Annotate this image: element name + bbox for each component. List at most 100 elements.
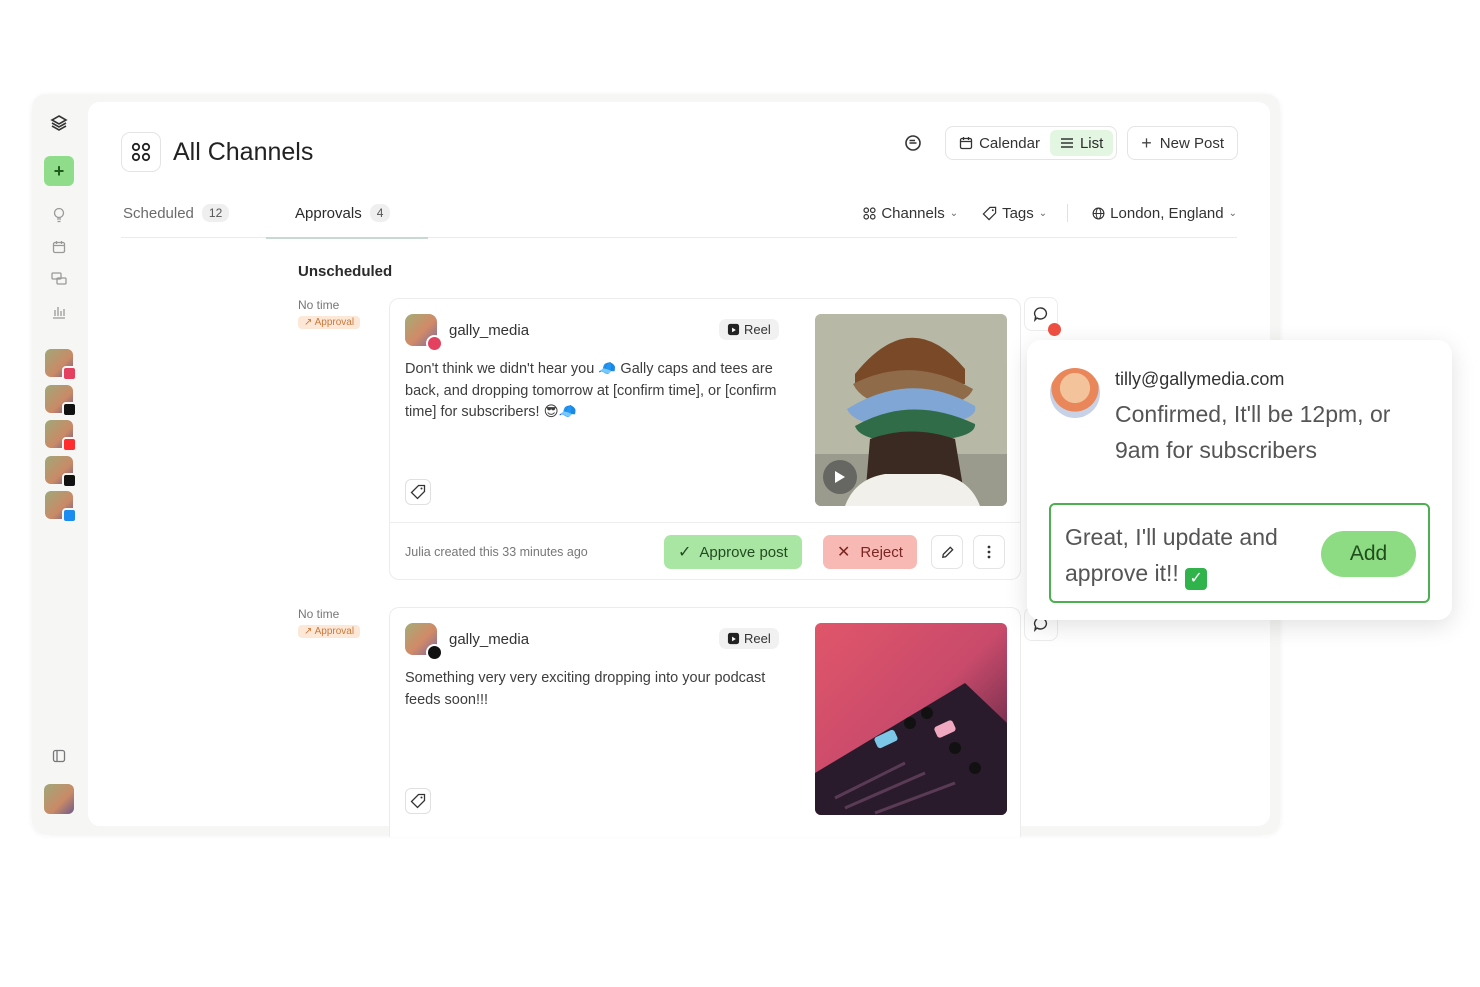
post-card[interactable]: gally_media Reel Don't think we didn't h… — [389, 298, 1021, 580]
tag-icon — [410, 793, 426, 809]
channels-grid-icon — [121, 132, 161, 172]
instagram-icon — [62, 366, 77, 381]
created-by-text: Julia created this 33 minutes ago — [405, 545, 588, 559]
globe-icon — [1092, 207, 1105, 219]
new-post-button[interactable]: + New Post — [1127, 126, 1238, 160]
sidebar-channel-avatar[interactable] — [45, 456, 77, 488]
post-card[interactable]: gally_media Reel Something very very exc… — [389, 607, 1021, 837]
post-footer: Julia created this 33 minutes ago ✓ Appr… — [390, 522, 1020, 580]
page-title: All Channels — [173, 137, 314, 166]
active-tab-indicator — [266, 237, 428, 239]
create-button[interactable]: + — [44, 156, 74, 186]
sidebar-channel-avatar[interactable] — [45, 349, 77, 381]
tags-filter-label: Tags — [1002, 204, 1034, 222]
location-filter-label: London, England — [1110, 204, 1224, 222]
tiktok-icon — [426, 644, 443, 661]
layers-icon[interactable] — [44, 108, 74, 138]
tab-scheduled-label: Scheduled — [123, 204, 194, 222]
post-time: No time — [298, 607, 340, 621]
user-avatar[interactable] — [44, 784, 74, 814]
reel-icon — [727, 632, 740, 645]
tab-scheduled[interactable]: Scheduled 12 — [123, 198, 230, 228]
approve-post-label: Approve post — [699, 543, 788, 561]
plus-icon: + — [1141, 132, 1152, 153]
chevron-down-icon: ⌄ — [949, 207, 959, 219]
youtube-icon — [62, 437, 77, 452]
list-view-button[interactable]: List — [1049, 130, 1114, 156]
channels-filter-label: Channels — [881, 204, 945, 222]
channels-grid-icon — [863, 206, 876, 220]
instagram-icon — [426, 335, 443, 352]
collapse-sidebar-icon[interactable] — [44, 741, 74, 771]
channel-avatar — [405, 623, 443, 661]
reject-label: Reject — [860, 543, 903, 561]
post-media-image[interactable] — [815, 623, 1007, 815]
post-caption: Don't think we didn't hear you 🧢 Gally c… — [405, 361, 777, 420]
post-caption: Something very very exciting dropping in… — [405, 670, 766, 708]
sidebar-channel-avatar[interactable] — [45, 385, 77, 417]
messages-icon[interactable] — [44, 264, 74, 294]
tiktok-icon — [62, 402, 77, 417]
edit-button[interactable] — [931, 535, 963, 569]
post-time-meta: No time ↗ Approval — [298, 298, 361, 329]
new-post-label: New Post — [1159, 134, 1224, 152]
reel-label: Reel — [744, 631, 771, 646]
play-icon[interactable] — [823, 460, 857, 494]
more-vertical-icon — [987, 545, 991, 559]
channels-filter[interactable]: Channels ⌄ — [863, 205, 958, 222]
approve-post-button[interactable]: ✓ Approve post — [664, 535, 802, 569]
reply-input[interactable]: Great, I'll update and approve it!! ✓ Ad… — [1049, 503, 1430, 603]
approval-badge: ↗ Approval — [298, 316, 361, 329]
comments-button[interactable] — [1024, 297, 1061, 336]
sidebar-channel-avatar[interactable] — [45, 491, 77, 523]
reel-icon — [727, 323, 740, 336]
calendar-view-button[interactable]: Calendar — [949, 130, 1050, 156]
notification-dot — [1048, 323, 1061, 336]
lightbulb-icon[interactable] — [44, 200, 74, 230]
post-time-meta: No time ↗ Approval — [298, 607, 361, 638]
more-options-button[interactable] — [973, 535, 1005, 569]
location-filter[interactable]: London, England ⌄ — [1092, 205, 1237, 222]
reject-button[interactable]: ✕ Reject — [823, 535, 917, 569]
tab-approvals-count: 4 — [369, 204, 391, 222]
tag-icon — [982, 206, 997, 220]
check-icon: ✓ — [678, 544, 692, 561]
reel-label: Reel — [744, 322, 771, 337]
tab-approvals[interactable]: Approvals 4 — [295, 198, 391, 228]
comment-popover: tilly@gallymedia.com Confirmed, It'll be… — [1027, 340, 1452, 620]
x-icon — [62, 473, 77, 488]
post-username: gally_media — [449, 630, 530, 648]
chevron-down-icon: ⌄ — [1038, 207, 1048, 219]
list-view-label: List — [1079, 134, 1104, 152]
chat-bubble-icon[interactable] — [899, 129, 927, 157]
tab-scheduled-count: 12 — [201, 204, 230, 222]
tag-icon — [410, 484, 426, 500]
calendar-icon[interactable] — [44, 232, 74, 262]
bluesky-icon — [62, 508, 77, 523]
post-username: gally_media — [449, 321, 530, 339]
comment-message: Confirmed, It'll be 12pm, or 9am for sub… — [1115, 401, 1391, 463]
filter-bar: Channels ⌄ Tags ⌄ London, England ⌄ — [839, 198, 1237, 228]
sidebar-channel-avatar[interactable] — [45, 420, 77, 452]
section-title: Unscheduled — [298, 263, 393, 280]
list-icon — [1060, 138, 1073, 148]
commenter-avatar — [1050, 368, 1100, 418]
mixing-console-photo — [815, 623, 1007, 815]
approval-badge-label: Approval — [314, 317, 355, 328]
post-media-image[interactable] — [815, 314, 1007, 506]
reply-input-value: Great, I'll update and approve it!! ✓ — [1065, 519, 1315, 591]
add-tag-button[interactable] — [405, 788, 431, 814]
calendar-view-label: Calendar — [979, 134, 1040, 152]
view-toggle: Calendar List — [945, 126, 1118, 160]
tags-filter[interactable]: Tags ⌄ — [982, 205, 1047, 222]
chevron-down-icon: ⌄ — [1228, 207, 1237, 219]
comment-icon — [1033, 307, 1048, 322]
filter-divider — [1067, 204, 1069, 222]
tab-approvals-label: Approvals — [295, 204, 362, 222]
add-tag-button[interactable] — [405, 479, 431, 505]
tab-bar: Scheduled 12 Approvals 4 Channels ⌄ Tags… — [121, 198, 1237, 239]
add-comment-button[interactable]: Add — [1321, 531, 1416, 577]
check-mark-emoji-icon: ✓ — [1185, 568, 1208, 590]
post-time: No time — [298, 298, 340, 312]
analytics-icon[interactable] — [44, 297, 74, 327]
